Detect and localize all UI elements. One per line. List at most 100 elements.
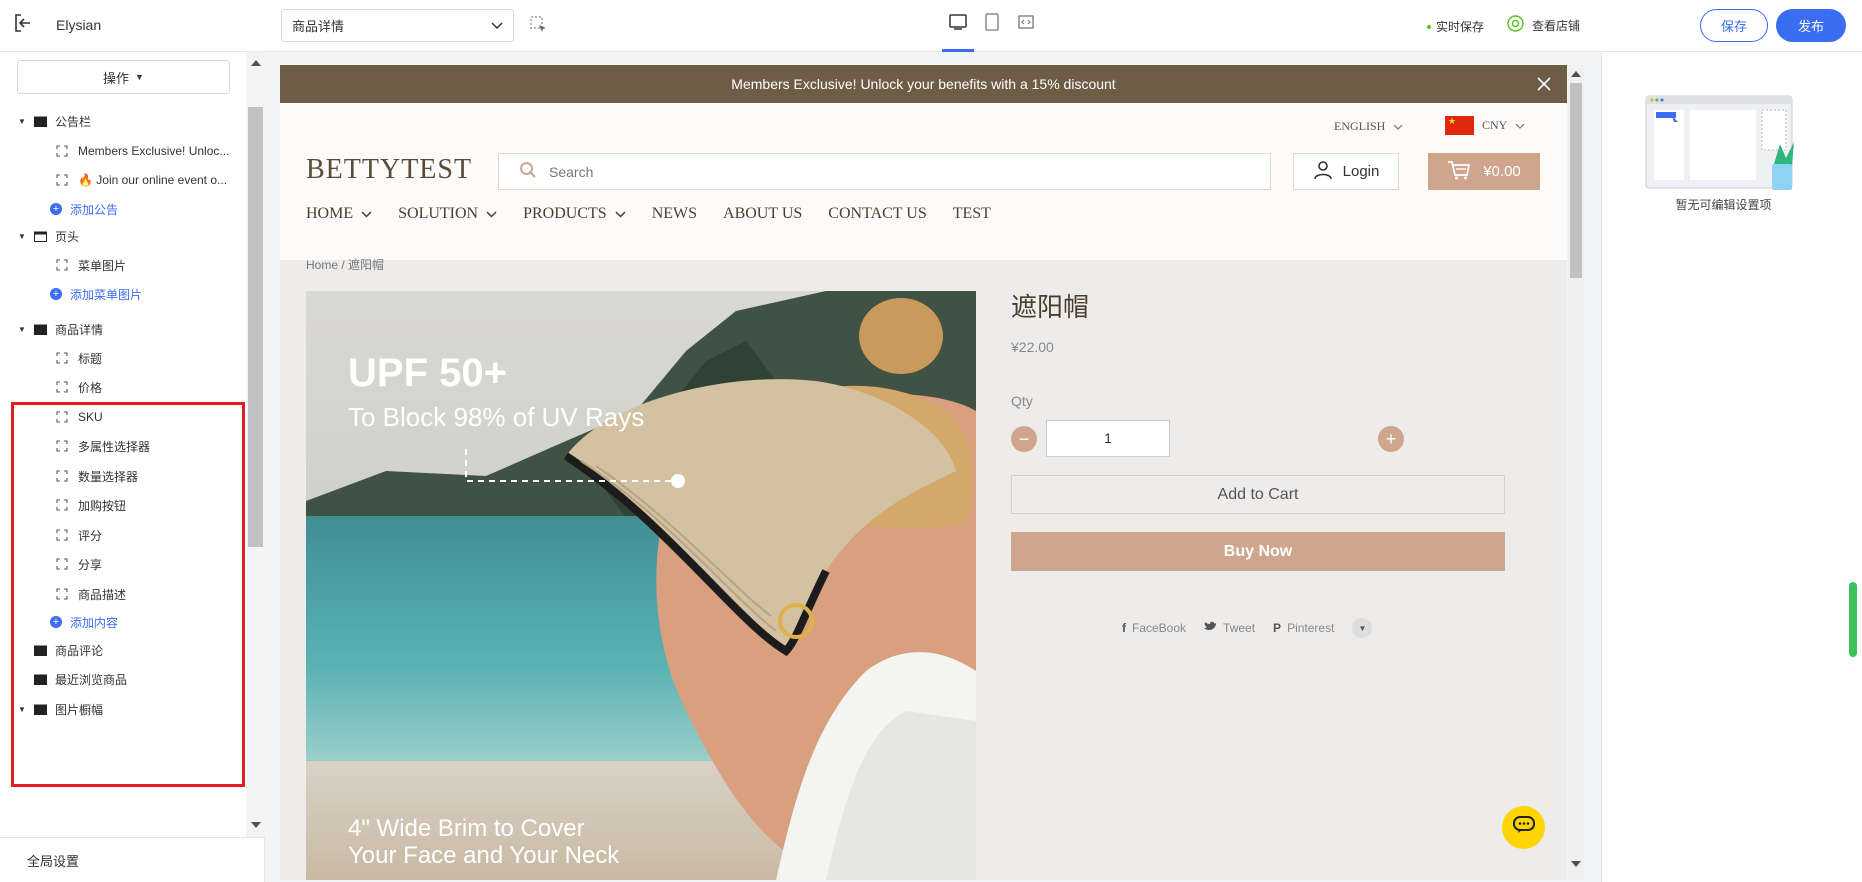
announcement-bar[interactable]: Members Exclusive! Unlock your benefits … [280, 65, 1567, 103]
layer-item[interactable]: 价格 [0, 372, 102, 402]
store-logo[interactable]: BETTYTEST [306, 154, 472, 186]
share-more-button[interactable]: ▼ [1352, 618, 1373, 638]
image-text-brim: 4" Wide Brim to Cover [348, 815, 585, 842]
layer-group[interactable]: ▼ 商品详情 [0, 314, 103, 344]
layer-item[interactable]: 加购按钮 [0, 490, 126, 520]
folder-icon [34, 704, 47, 715]
publish-button[interactable]: 发布 [1776, 9, 1846, 42]
layer-group[interactable]: ▼ 图片橱幅 [0, 694, 103, 724]
sidebar-scrollbar[interactable] [246, 52, 265, 837]
close-icon[interactable] [1535, 75, 1553, 93]
layer-item[interactable]: SKU [0, 402, 103, 432]
layer-group[interactable]: 最近浏览商品 [0, 664, 127, 694]
store-search-input[interactable]: Search [498, 153, 1271, 190]
share-tweet[interactable]: Tweet [1204, 621, 1255, 635]
layer-label: 菜单图片 [78, 258, 127, 273]
search-placeholder: Search [549, 163, 594, 180]
section-icon [34, 324, 47, 335]
login-button[interactable]: Login [1293, 153, 1399, 190]
layer-item[interactable]: 分享 [0, 549, 102, 579]
header-icon [34, 231, 47, 242]
page-select[interactable]: 商品详情 [281, 9, 514, 42]
caret-down-icon[interactable]: ▼ [18, 325, 28, 334]
nav-item[interactable]: PRODUCTS [523, 205, 626, 223]
facebook-icon: f [1122, 621, 1126, 635]
add-item-button[interactable]: + 添加公告 [0, 194, 118, 224]
page-select-value: 商品详情 [292, 19, 345, 34]
global-settings[interactable]: 全局设置 [0, 837, 265, 882]
top-bar: Elysian 商品详情 实时保存 查看店铺 保存 发布 [0, 0, 1862, 52]
element-picker-icon[interactable] [530, 16, 548, 34]
block-icon [56, 259, 68, 271]
block-icon [56, 470, 68, 482]
scrollbar-thumb[interactable] [1570, 83, 1582, 278]
exit-icon[interactable] [14, 12, 32, 34]
store-view-icon [1507, 15, 1524, 35]
caret-down-icon[interactable]: ▼ [18, 705, 28, 714]
layer-group[interactable]: ▼ 公告栏 [0, 106, 91, 136]
layer-item[interactable]: 多属性选择器 [0, 431, 150, 461]
chat-button[interactable] [1502, 806, 1545, 849]
language-select[interactable]: ENGLISH [1334, 119, 1403, 134]
canvas-scrollbar[interactable] [1568, 65, 1584, 880]
view-store-link[interactable]: 查看店铺 [1507, 15, 1580, 35]
cart-button[interactable]: ¥0.00 [1428, 153, 1540, 190]
chevron-down-icon [1515, 118, 1525, 133]
layer-label: 商品描述 [78, 587, 127, 602]
block-icon [56, 529, 68, 541]
add-to-cart-button[interactable]: Add to Cart [1011, 475, 1505, 514]
layer-group[interactable]: ▼ 页头 [0, 221, 79, 251]
layer-label: 商品评论 [55, 643, 104, 658]
share-facebook[interactable]: f FaceBook [1122, 621, 1186, 635]
add-item-button[interactable]: + 添加菜单图片 [0, 279, 142, 309]
caret-down-icon[interactable]: ▼ [18, 232, 28, 241]
announcement-text: Members Exclusive! Unlock your benefits … [731, 76, 1116, 92]
panel-scroll-indicator[interactable] [1849, 582, 1857, 657]
block-icon [56, 381, 68, 393]
operations-dropdown[interactable]: 操作 ▼ [17, 60, 230, 94]
tablet-icon[interactable] [982, 12, 1002, 32]
layer-group[interactable]: 商品评论 [0, 635, 103, 665]
nav-item[interactable]: CONTACT US [828, 205, 926, 223]
nav-item[interactable]: TEST [953, 205, 991, 223]
qty-input[interactable]: 1 [1046, 420, 1170, 457]
fullwidth-icon[interactable] [1016, 12, 1036, 32]
layer-item[interactable]: 商品描述 [0, 579, 126, 609]
currency-select[interactable]: CNY [1445, 116, 1525, 135]
layer-label: 数量选择器 [78, 469, 139, 484]
layer-item[interactable]: 菜单图片 [0, 250, 126, 280]
plus-icon: + [1385, 428, 1397, 449]
layer-item[interactable]: Members Exclusive! Unloc... [0, 136, 229, 166]
block-icon [56, 558, 68, 570]
save-button[interactable]: 保存 [1700, 9, 1768, 42]
desktop-icon[interactable] [942, 12, 974, 52]
settings-panel: 暂无可编辑设置项 [1601, 52, 1862, 882]
scroll-up-icon[interactable] [251, 60, 261, 66]
block-icon [56, 174, 68, 186]
layer-label: 添加内容 [70, 615, 119, 630]
layer-item[interactable]: 评分 [0, 520, 102, 550]
layer-label: 分享 [78, 557, 103, 572]
section-icon [34, 674, 47, 685]
layer-item[interactable]: 标题 [0, 343, 102, 373]
nav-item[interactable]: SOLUTION [398, 205, 497, 223]
empty-settings-text: 暂无可编辑设置项 [1675, 198, 1772, 212]
add-item-button[interactable]: + 添加内容 [0, 607, 118, 637]
scrollbar-thumb[interactable] [248, 107, 263, 547]
qty-decrement-button[interactable]: − [1011, 426, 1037, 452]
scroll-down-icon[interactable] [1571, 861, 1581, 867]
qty-label: Qty [1011, 393, 1033, 409]
nav-item[interactable]: ABOUT US [723, 205, 802, 223]
qty-increment-button[interactable]: + [1378, 426, 1404, 452]
product-image[interactable]: UPF 50+ To Block 98% of UV Rays 4" Wide … [306, 291, 976, 880]
nav-item[interactable]: HOME [306, 205, 372, 223]
layer-item[interactable]: 数量选择器 [0, 461, 138, 491]
share-pinterest[interactable]: P Pinterest [1273, 621, 1334, 635]
buy-now-button[interactable]: Buy Now [1011, 532, 1505, 571]
scroll-up-icon[interactable] [1571, 71, 1581, 77]
scroll-down-icon[interactable] [251, 822, 261, 828]
layer-label: Members Exclusive! Unloc... [78, 144, 230, 158]
nav-item[interactable]: NEWS [652, 205, 697, 223]
layer-item[interactable]: 🔥 Join our online event o... [0, 165, 227, 195]
caret-down-icon[interactable]: ▼ [18, 117, 28, 126]
